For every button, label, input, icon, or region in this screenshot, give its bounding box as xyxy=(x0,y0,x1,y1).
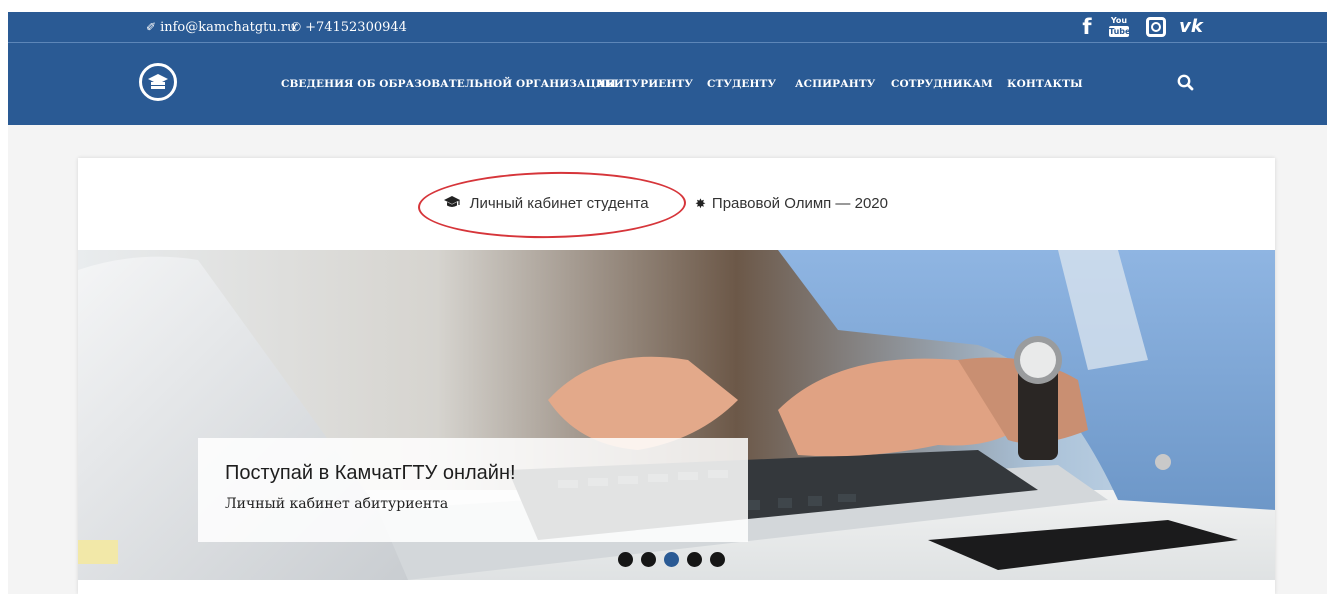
vk-icon[interactable]: vk xyxy=(1176,16,1206,38)
slider-dot-5[interactable] xyxy=(710,552,725,567)
nav-item-postgraduates[interactable]: АСПИРАНТУ xyxy=(795,76,875,92)
search-icon[interactable] xyxy=(1175,72,1197,94)
slide-caption: Поступай в КамчатГТУ онлайн! Личный каби… xyxy=(198,438,748,542)
quick-links: Личный кабинет студента ✸ Правовой Олимп … xyxy=(78,158,1275,250)
student-cabinet-label: Личный кабинет студента xyxy=(469,195,649,212)
slide-caption-title: Поступай в КамчатГТУ онлайн! xyxy=(225,462,516,484)
phone-icon: ✆ xyxy=(291,20,302,34)
slider-dot-1[interactable] xyxy=(618,552,633,567)
content-card: Личный кабинет студента ✸ Правовой Олимп … xyxy=(78,158,1275,594)
main-navbar: СВЕДЕНИЯ ОБ ОБРАЗОВАТЕЛЬНОЙ ОРГАНИЗАЦИИ … xyxy=(8,43,1327,125)
top-crop-strip xyxy=(0,0,1327,12)
applicant-cabinet-link[interactable]: Личный кабинет абитуриента xyxy=(225,496,448,512)
youtube-icon[interactable]: You Tube xyxy=(1108,16,1130,38)
legal-olympus-link[interactable]: ✸ Правовой Олимп — 2020 xyxy=(695,195,888,213)
slider-dot-4[interactable] xyxy=(687,552,702,567)
nav-item-contacts[interactable]: КОНТАКТЫ xyxy=(1007,76,1083,92)
email-link[interactable]: ✐ info@kamchatgtu.ru xyxy=(146,18,295,37)
phone-link[interactable]: ✆ +74152300944 xyxy=(291,18,407,37)
email-text: info@kamchatgtu.ru xyxy=(160,20,296,35)
instagram-icon[interactable] xyxy=(1146,17,1166,37)
logo-cap-shape xyxy=(148,74,168,89)
youtube-icon-bottom: Tube xyxy=(1109,26,1131,37)
page: ✐ info@kamchatgtu.ru ✆ +74152300944 f You … xyxy=(0,0,1327,594)
pencil-icon: ✐ xyxy=(146,20,157,34)
legal-olympus-label: Правовой Олимп — 2020 xyxy=(711,195,888,212)
hero-slider[interactable]: Поступай в КамчатГТУ онлайн! Личный каби… xyxy=(78,250,1275,580)
graduation-cap-logo-icon[interactable] xyxy=(139,63,177,101)
instagram-icon-lens xyxy=(1151,22,1161,32)
contact-bar: ✐ info@kamchatgtu.ru ✆ +74152300944 f You … xyxy=(8,12,1327,43)
student-cabinet-link[interactable]: Личный кабинет студента xyxy=(444,195,649,213)
graduation-cap-shape xyxy=(444,196,460,207)
slider-dot-2[interactable] xyxy=(641,552,656,567)
left-gutter xyxy=(0,12,8,594)
graduation-cap-icon xyxy=(444,196,464,211)
youtube-icon-top: You xyxy=(1110,16,1128,25)
slider-dot-3[interactable] xyxy=(664,552,679,567)
nav-item-staff[interactable]: СОТРУДНИКАМ xyxy=(891,76,993,92)
facebook-icon[interactable]: f xyxy=(1080,16,1094,38)
nav-item-students[interactable]: СТУДЕНТУ xyxy=(707,76,776,92)
asterisk-icon: ✸ xyxy=(695,196,706,211)
phone-text: +74152300944 xyxy=(305,20,407,35)
nav-item-organization[interactable]: СВЕДЕНИЯ ОБ ОБРАЗОВАТЕЛЬНОЙ ОРГАНИЗАЦИИ xyxy=(281,76,616,92)
nav-item-applicants[interactable]: АБИТУРИЕНТУ xyxy=(596,76,693,92)
search-icon-shape xyxy=(1177,74,1194,91)
